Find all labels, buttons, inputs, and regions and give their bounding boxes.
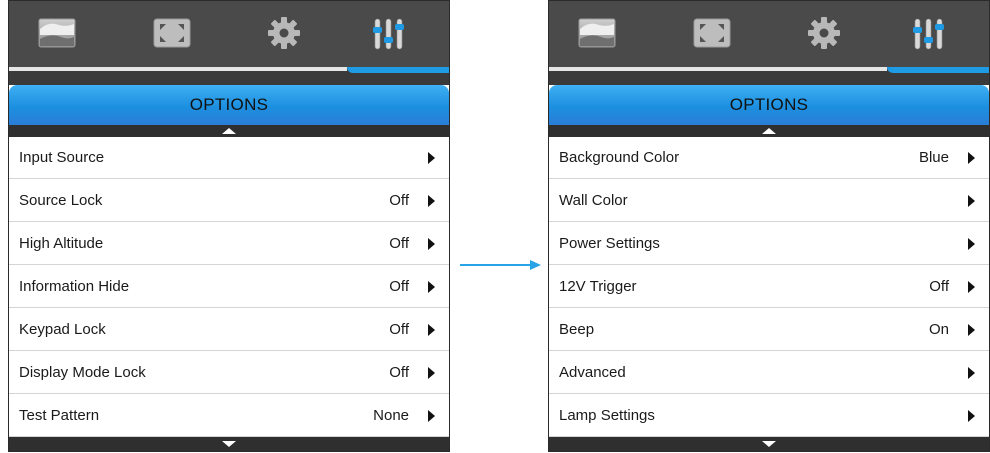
active-tab-indicator (9, 67, 449, 75)
menu-item-test-pattern[interactable]: Test Pattern None (9, 395, 449, 437)
image-icon[interactable] (577, 15, 617, 51)
chevron-right-icon (968, 410, 975, 422)
options-menu-page-1: OPTIONS Input Source Source Lock Off Hig… (8, 0, 450, 452)
menu-item-label: Advanced (559, 364, 626, 381)
menu-item-label: Wall Color (559, 192, 628, 209)
menu-item-label: Information Hide (19, 278, 130, 295)
chevron-right-icon (428, 152, 435, 164)
sliders-icon[interactable] (909, 15, 949, 51)
chevron-right-icon (968, 324, 975, 336)
down-arrow-icon (222, 441, 236, 447)
menu-item-value: None (373, 407, 409, 424)
menu-header: OPTIONS (9, 85, 449, 125)
menu-item-label: High Altitude (19, 235, 104, 252)
options-menu-page-2: OPTIONS Background Color Blue Wall Color… (548, 0, 990, 452)
menu-item-input-source[interactable]: Input Source (9, 137, 449, 179)
menu-item-label: Source Lock (19, 192, 103, 209)
menu-item-value: Off (929, 278, 949, 295)
scroll-down-indicator[interactable] (9, 437, 449, 451)
menu-item-label: Keypad Lock (19, 321, 106, 338)
menu-item-value: Off (389, 321, 409, 338)
menu-item-information-hide[interactable]: Information Hide Off (9, 266, 449, 308)
sliders-icon[interactable] (369, 15, 409, 51)
chevron-right-icon (428, 281, 435, 293)
menu-item-background-color[interactable]: Background Color Blue (549, 137, 989, 179)
up-arrow-icon (762, 128, 776, 134)
down-arrow-icon (762, 441, 776, 447)
chevron-right-icon (968, 281, 975, 293)
menu-item-value: Off (389, 364, 409, 381)
menu-item-12v-trigger[interactable]: 12V Trigger Off (549, 266, 989, 308)
menu-item-value: Blue (918, 149, 949, 166)
chevron-right-icon (968, 152, 975, 164)
menu-item-source-lock[interactable]: Source Lock Off (9, 180, 449, 222)
next-page-arrow-icon (460, 260, 541, 270)
menu-item-advanced[interactable]: Advanced (549, 352, 989, 394)
menu-item-keypad-lock[interactable]: Keypad Lock Off (9, 309, 449, 351)
chevron-right-icon (428, 367, 435, 379)
menu-list: Input Source Source Lock Off High Altitu… (9, 137, 449, 437)
menu-item-display-mode-lock[interactable]: Display Mode Lock Off (9, 352, 449, 394)
menu-item-label: Lamp Settings (559, 407, 655, 424)
menu-item-value: Off (389, 278, 409, 295)
up-arrow-icon (222, 128, 236, 134)
menu-item-label: Beep (559, 321, 595, 338)
menu-item-value: Off (389, 192, 409, 209)
menu-tab-bar (9, 1, 449, 67)
chevron-right-icon (968, 238, 975, 250)
scroll-down-indicator[interactable] (549, 437, 989, 451)
menu-item-label: Test Pattern (19, 407, 100, 424)
menu-header: OPTIONS (549, 85, 989, 125)
menu-item-value: On (928, 321, 949, 338)
chevron-right-icon (428, 195, 435, 207)
active-tab-indicator (549, 67, 989, 75)
chevron-right-icon (968, 367, 975, 379)
menu-item-label: Power Settings (559, 235, 660, 252)
menu-item-high-altitude[interactable]: High Altitude Off (9, 223, 449, 265)
gear-icon[interactable] (264, 15, 304, 51)
screen-fit-icon[interactable] (692, 15, 732, 51)
scroll-up-indicator[interactable] (9, 125, 449, 137)
chevron-right-icon (428, 410, 435, 422)
menu-tab-bar (549, 1, 989, 67)
chevron-right-icon (968, 195, 975, 207)
scroll-up-indicator[interactable] (549, 125, 989, 137)
gear-icon[interactable] (804, 15, 844, 51)
menu-item-value: Off (389, 235, 409, 252)
menu-item-power-settings[interactable]: Power Settings (549, 223, 989, 265)
menu-item-beep[interactable]: Beep On (549, 309, 989, 351)
menu-item-label: Display Mode Lock (19, 364, 146, 381)
chevron-right-icon (428, 238, 435, 250)
screen-fit-icon[interactable] (152, 15, 192, 51)
image-icon[interactable] (37, 15, 77, 51)
menu-title: OPTIONS (189, 95, 269, 114)
menu-title: OPTIONS (729, 95, 809, 114)
menu-item-label: 12V Trigger (559, 278, 637, 295)
menu-list: Background Color Blue Wall Color Power S… (549, 137, 989, 437)
menu-item-label: Background Color (559, 149, 680, 166)
chevron-right-icon (428, 324, 435, 336)
menu-item-wall-color[interactable]: Wall Color (549, 180, 989, 222)
menu-item-label: Input Source (19, 149, 105, 166)
menu-item-lamp-settings[interactable]: Lamp Settings (549, 395, 989, 437)
